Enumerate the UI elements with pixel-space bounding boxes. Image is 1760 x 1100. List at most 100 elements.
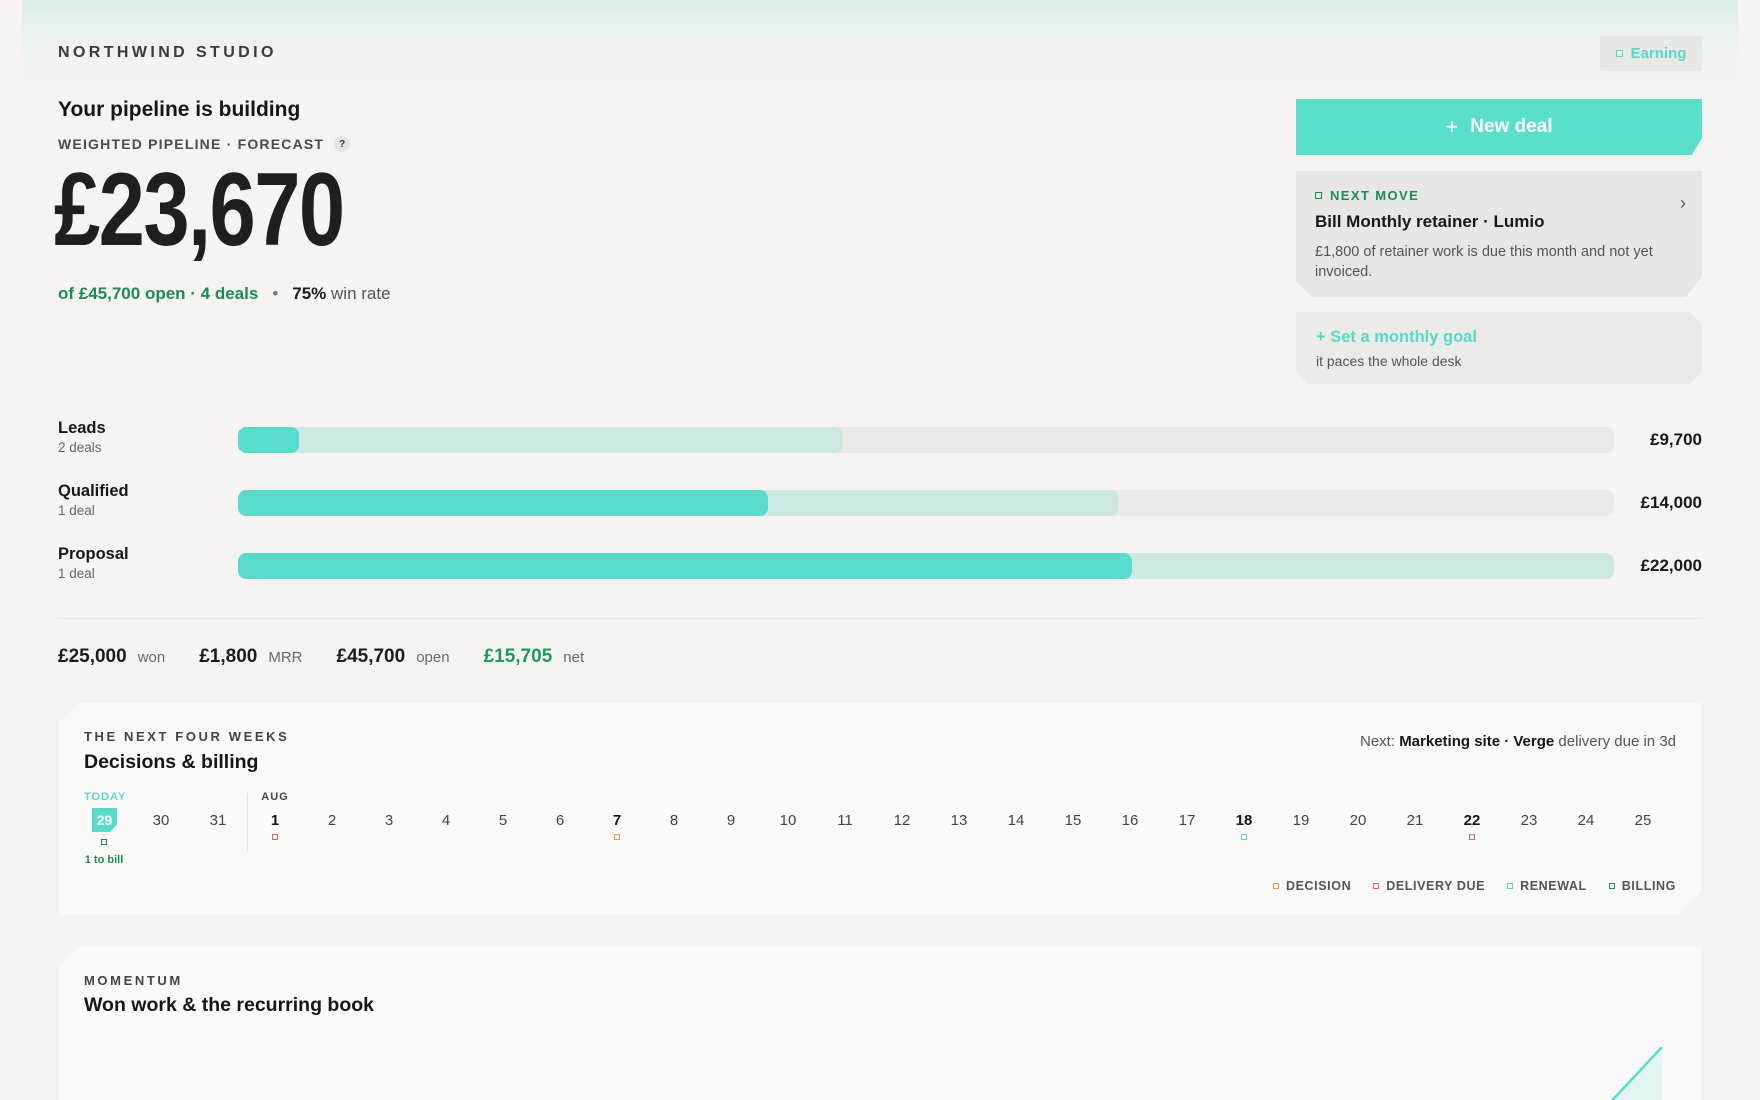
total-mrr: £1,800 MRR <box>199 646 302 668</box>
calendar-day[interactable]: 7 <box>597 791 637 871</box>
day-number: 8 <box>669 812 679 829</box>
calendar-day[interactable]: 21 <box>1395 791 1435 871</box>
day-number: 14 <box>1007 812 1025 829</box>
next-due-suffix: delivery due in 3d <box>1558 733 1676 750</box>
meta-separator: • <box>272 284 279 303</box>
day-number: 25 <box>1634 812 1652 829</box>
divider <box>58 618 1702 619</box>
month-label: AUG <box>261 791 289 803</box>
calendar-day[interactable]: AUG 1 <box>255 791 295 871</box>
calendar-day[interactable]: 2 <box>312 791 352 871</box>
legend-renewal: RENEWAL <box>1507 879 1587 893</box>
total-value: £25,000 <box>58 646 127 667</box>
calendar-day[interactable]: 14 <box>996 791 1036 871</box>
totals-row: £25,000 won £1,800 MRR £45,700 open £15,705… <box>58 646 584 668</box>
calendar-day[interactable]: 22 <box>1452 791 1492 871</box>
day-number: 13 <box>950 812 968 829</box>
stage-count: 2 deals <box>58 440 102 455</box>
calendar-day[interactable]: 4 <box>426 791 466 871</box>
day-number: 15 <box>1064 812 1082 829</box>
legend-label: DELIVERY DUE <box>1386 879 1486 893</box>
delivery-marker <box>1469 834 1475 840</box>
set-goal-link[interactable]: + Set a monthly goal <box>1316 328 1682 347</box>
calendar-day[interactable]: 15 <box>1053 791 1093 871</box>
total-label: won <box>137 649 166 666</box>
day-number: 23 <box>1520 812 1538 829</box>
next-move-kicker-label: NEXT MOVE <box>1330 188 1420 203</box>
next-move-text: £1,800 of retainer work is due this mont… <box>1315 244 1653 280</box>
win-rate-value: 75% <box>292 284 327 303</box>
day-number: 1 <box>270 812 280 829</box>
day-number: 3 <box>384 812 394 829</box>
calendar-day[interactable]: 30 <box>141 791 181 871</box>
legend-square-icon <box>1373 883 1379 889</box>
calendar-day[interactable]: 9 <box>711 791 751 871</box>
stage-count: 1 deal <box>58 503 95 518</box>
calendar-day[interactable]: 12 <box>882 791 922 871</box>
day-number: 24 <box>1577 812 1595 829</box>
calendar-strip: TODAY 29 1 to bill 30 31 AUG 1 2 3 4 5 6 7 8 9 10 11 12 13… <box>84 791 1684 871</box>
dashboard: NORTHWIND STUDIO Earning Your pipeline i… <box>54 0 1702 1100</box>
calendar-legend: DECISION DELIVERY DUE RENEWAL BILLING <box>1273 879 1676 893</box>
day-number: 30 <box>152 812 170 829</box>
today-note: 1 to bill <box>84 854 124 866</box>
calendar-day[interactable]: 24 <box>1566 791 1606 871</box>
stage-row-proposal[interactable]: Proposal 1 deal £22,000 <box>58 545 1702 585</box>
stage-row-leads[interactable]: Leads 2 deals £9,700 <box>58 419 1702 459</box>
calendar-day[interactable]: 18 <box>1224 791 1264 871</box>
total-label: net <box>563 649 585 666</box>
stage-amount: £14,000 <box>1640 493 1702 512</box>
calendar-day[interactable]: 8 <box>654 791 694 871</box>
legend-square-icon <box>1273 883 1279 889</box>
billing-marker <box>101 839 107 845</box>
new-deal-button[interactable]: + New deal <box>1296 99 1702 155</box>
day-number: 22 <box>1463 812 1481 829</box>
day-number: 2 <box>327 812 337 829</box>
set-goal-card[interactable]: + Set a monthly goal it paces the whole … <box>1296 312 1702 384</box>
status-label: Earning <box>1630 45 1687 62</box>
hero-meta: of £45,700 open · 4 deals • 75% win rate <box>58 284 391 304</box>
next-move-title: Bill Monthly retainer · Lumio <box>1315 212 1545 231</box>
calendar-day[interactable]: 5 <box>483 791 523 871</box>
calendar-day[interactable]: 3 <box>369 791 409 871</box>
legend-label: BILLING <box>1621 879 1676 893</box>
chevron-right-icon[interactable]: › <box>1680 193 1686 214</box>
total-value: £1,800 <box>199 646 258 667</box>
delivery-marker <box>272 834 278 840</box>
legend-decision: DECISION <box>1273 879 1351 893</box>
weeks-card: THE NEXT FOUR WEEKS Decisions & billing … <box>58 703 1702 915</box>
next-move-card[interactable]: NEXT MOVE Bill Monthly retainer · Lumio … <box>1296 171 1702 297</box>
day-number: 5 <box>498 812 508 829</box>
total-label: MRR <box>268 649 303 666</box>
next-due[interactable]: Next: Marketing site · Verge delivery du… <box>1360 733 1676 750</box>
day-number: 17 <box>1178 812 1196 829</box>
stage-row-qualified[interactable]: Qualified 1 deal £14,000 <box>58 482 1702 522</box>
calendar-day[interactable]: 13 <box>939 791 979 871</box>
win-rate: 75% win rate <box>292 284 390 304</box>
calendar-day[interactable]: 25 <box>1623 791 1663 871</box>
calendar-day[interactable]: 11 <box>825 791 865 871</box>
weeks-title: Decisions & billing <box>84 751 259 773</box>
calendar-day[interactable]: 6 <box>540 791 580 871</box>
calendar-day[interactable]: 19 <box>1281 791 1321 871</box>
day-number: 18 <box>1235 812 1253 829</box>
set-goal-subtitle: it paces the whole desk <box>1316 353 1462 369</box>
calendar-day[interactable]: TODAY 29 1 to bill <box>84 791 124 871</box>
brand-name: NORTHWIND STUDIO <box>58 44 277 61</box>
calendar-day[interactable]: 20 <box>1338 791 1378 871</box>
status-badge[interactable]: Earning <box>1600 36 1702 71</box>
day-number: 20 <box>1349 812 1367 829</box>
day-number: 11 <box>837 812 853 829</box>
today-badge: 29 <box>92 808 117 832</box>
stage-bar <box>238 427 1614 453</box>
day-number: 6 <box>555 812 565 829</box>
calendar-day[interactable]: 16 <box>1110 791 1150 871</box>
next-due-item: Marketing site · Verge <box>1399 733 1555 750</box>
calendar-day[interactable]: 17 <box>1167 791 1207 871</box>
new-deal-label: New deal <box>1470 116 1553 137</box>
day-number: 19 <box>1292 812 1310 829</box>
calendar-day[interactable]: 31 <box>198 791 238 871</box>
pipeline-amount: £23,670 <box>54 152 345 268</box>
calendar-day[interactable]: 10 <box>768 791 808 871</box>
calendar-day[interactable]: 23 <box>1509 791 1549 871</box>
